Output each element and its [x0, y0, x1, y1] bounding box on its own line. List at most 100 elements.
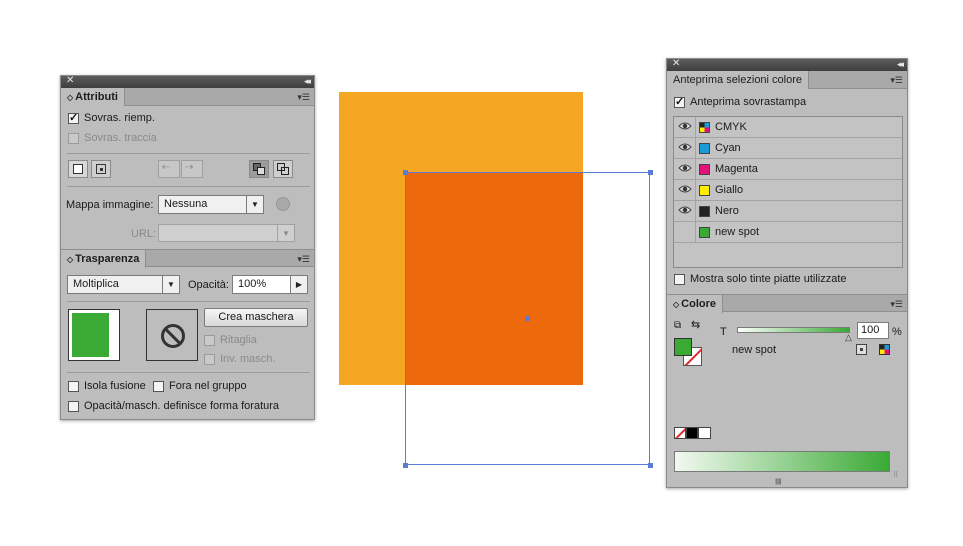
chevron-right-icon[interactable]: ▶ [290, 276, 307, 293]
show-used-spots-checkbox[interactable] [674, 274, 685, 285]
separation-row[interactable]: Giallo [674, 180, 902, 201]
chevron-down-icon: ▼ [277, 225, 294, 241]
globe-icon[interactable] [276, 197, 290, 211]
separation-row[interactable]: new spot [674, 222, 902, 243]
eye-icon[interactable] [678, 121, 692, 131]
separation-row[interactable]: Nero [674, 201, 902, 222]
divider [695, 138, 696, 159]
object-thumbnail[interactable] [68, 309, 120, 361]
url-label: URL: [131, 228, 157, 240]
opacity-input[interactable]: 100% ▶ [232, 275, 308, 294]
even-odd-button[interactable] [273, 160, 293, 178]
cmyk-mode-icon[interactable] [879, 344, 890, 355]
knockout-group-checkbox[interactable] [153, 381, 164, 392]
separation-name: Cyan [715, 142, 741, 154]
image-map-dropdown[interactable]: Nessuna ▼ [158, 195, 264, 214]
close-icon[interactable]: ✕ [66, 75, 74, 87]
panel-resize-handle[interactable]: |||||||||| [775, 479, 782, 485]
panel-menu-icon[interactable]: ▾☰ [297, 254, 310, 264]
tint-input[interactable]: 100 [857, 322, 889, 339]
nonprinting-button[interactable] [68, 160, 88, 178]
attributes-tab-row: ◇ Attributi ▾☰ [61, 88, 314, 106]
panel-menu-icon[interactable]: ▾☰ [297, 92, 310, 102]
overprint-preview-checkbox[interactable] [674, 95, 685, 108]
selection-handle-bottom-right[interactable] [648, 463, 653, 468]
opacity-label: Opacità: [188, 279, 229, 291]
resize-grip-icon[interactable]: ⠿ [893, 471, 898, 479]
panel-titlebar: ✕ ◂◂ [667, 58, 907, 71]
arrow-right-icon: ⇢ [185, 162, 194, 173]
separations-tab-row: Anteprima selezioni colore ▾☰ [667, 71, 907, 89]
close-icon[interactable]: ✕ [672, 58, 680, 70]
tab-color[interactable]: ◇ Colore [667, 295, 723, 313]
opacity-mask-knockout-label: Opacità/masch. definisce forma foratura [84, 400, 280, 412]
selection-handle-top-right[interactable] [648, 170, 653, 175]
panel-menu-icon[interactable]: ▾☰ [890, 75, 903, 85]
divider [695, 180, 696, 201]
collapse-icon[interactable]: ◂◂ [897, 58, 904, 70]
overprint-fill-checkbox[interactable] [68, 111, 79, 124]
isolate-blending-label: Isola fusione [84, 380, 146, 392]
separation-swatch [699, 143, 710, 154]
tint-slider[interactable] [737, 327, 850, 333]
arrow-left-icon: ⇠ [162, 162, 171, 173]
center-point-button[interactable] [91, 160, 111, 178]
tab-transparency[interactable]: ◇ Trasparenza [61, 250, 147, 268]
eye-icon[interactable] [678, 184, 692, 194]
url-field[interactable]: ▼ [158, 224, 295, 242]
opacity-mask-knockout-checkbox[interactable] [68, 401, 79, 412]
nonzero-winding-button[interactable] [249, 160, 269, 178]
black-swatch[interactable] [686, 427, 698, 439]
panel-menu-icon[interactable]: ▾☰ [890, 299, 903, 309]
separation-row[interactable]: Magenta [674, 159, 902, 180]
separation-swatch [699, 122, 710, 133]
make-mask-button[interactable]: Crea maschera [204, 308, 308, 327]
fill-swatch[interactable] [674, 338, 692, 356]
divider [695, 117, 696, 138]
tint-slider-thumb[interactable]: △ [845, 332, 852, 343]
separation-swatch [699, 164, 710, 175]
selection-center-point[interactable] [525, 316, 530, 321]
divider [695, 222, 696, 243]
separation-row[interactable]: CMYK [674, 117, 902, 138]
tint-ramp[interactable] [674, 451, 890, 472]
none-swatch[interactable] [674, 427, 686, 439]
collapse-icon[interactable]: ◂◂ [304, 75, 311, 87]
selection-handle-bottom-left[interactable] [403, 463, 408, 468]
reverse-path-button-1[interactable]: ⇠ [158, 160, 180, 178]
knockout-group-label: Fora nel gruppo [169, 380, 247, 392]
object-thumbnail-fill [72, 313, 109, 357]
separations-list: CMYK Cyan Magenta Giallo Nero new spot [673, 116, 903, 268]
blend-mode-dropdown[interactable]: Moltiplica ▼ [67, 275, 180, 294]
no-mask-icon [161, 324, 185, 348]
eye-icon[interactable] [678, 205, 692, 215]
tab-separations-preview[interactable]: Anteprima selezioni colore [667, 71, 810, 89]
overprint-stroke-checkbox[interactable] [68, 133, 79, 144]
separation-name: Nero [715, 205, 739, 217]
reverse-path-button-2[interactable]: ⇢ [181, 160, 203, 178]
invert-mask-label: Inv. masch. [220, 353, 276, 365]
expand-arrows-icon: ◇ [67, 255, 74, 264]
separations-color-panel: ✕ ◂◂ Anteprima selezioni colore ▾☰ Antep… [666, 58, 908, 488]
clip-checkbox[interactable] [204, 335, 215, 346]
overprint-stroke-label: Sovras. traccia [84, 132, 157, 144]
chevron-down-icon: ▼ [162, 276, 179, 293]
separation-row[interactable]: Cyan [674, 138, 902, 159]
attributes-transparency-panel: ✕ ◂◂ ◇Attributi ▾☰ Sovras. riemp. Sovras… [60, 75, 315, 420]
mask-thumbnail[interactable] [146, 309, 198, 361]
spot-color-icon[interactable] [856, 344, 867, 355]
divider [67, 301, 310, 302]
default-fill-stroke-icon[interactable]: ⧉ [674, 320, 681, 331]
tab-attributes[interactable]: ◇ Attributi [61, 88, 125, 106]
isolate-blending-checkbox[interactable] [68, 381, 79, 392]
separation-name: CMYK [715, 121, 747, 133]
separation-name: new spot [715, 226, 760, 238]
selection-handle-top-left[interactable] [403, 170, 408, 175]
invert-mask-checkbox[interactable] [204, 354, 215, 365]
divider [67, 186, 310, 187]
eye-icon[interactable] [678, 163, 692, 173]
white-swatch[interactable] [698, 427, 711, 439]
eye-icon[interactable] [678, 142, 692, 152]
swap-fill-stroke-icon[interactable]: ⇆ [691, 318, 700, 331]
tint-unit: % [892, 326, 902, 338]
